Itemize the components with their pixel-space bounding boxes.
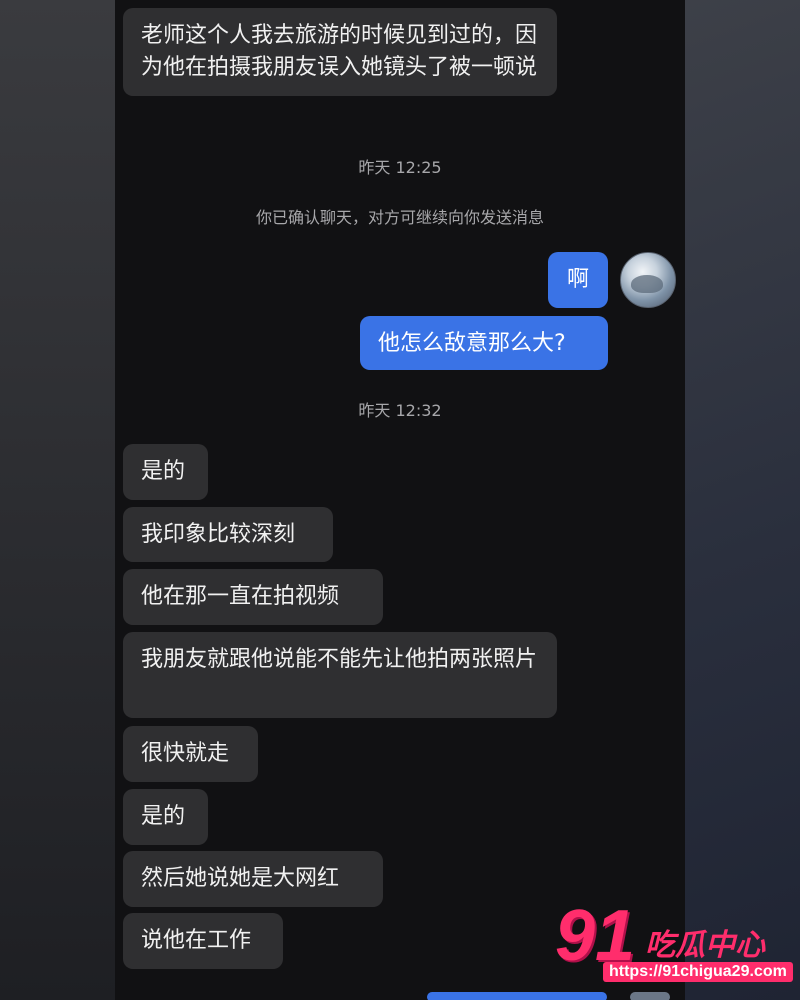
chat-thread[interactable]: 老师这个人我去旅游的时候见到过的，因为他在拍摄我朋友误入她镜头了被一顿说 昨天 … xyxy=(115,0,685,1000)
user-avatar[interactable] xyxy=(620,252,676,308)
message-incoming[interactable]: 很快就走 xyxy=(123,726,258,782)
message-incoming[interactable]: 他在那一直在拍视频 xyxy=(123,569,383,625)
message-incoming[interactable]: 我朋友就跟他说能不能先让他拍两张照片 xyxy=(123,632,557,718)
timestamp: 昨天 12:25 xyxy=(358,158,442,177)
watermark-url: https://91chigua29.com xyxy=(603,962,793,982)
message-incoming[interactable]: 然后她说她是大网红 xyxy=(123,851,383,907)
message-incoming[interactable]: 是的 xyxy=(123,444,208,500)
message-outgoing[interactable]: 啊 xyxy=(548,252,608,308)
message-incoming[interactable]: 老师这个人我去旅游的时候见到过的，因为他在拍摄我朋友误入她镜头了被一顿说 xyxy=(123,8,557,96)
avatar-image xyxy=(631,275,663,293)
left-backdrop xyxy=(0,0,115,1000)
watermark-logo: 91 吃瓜中心 https://91chigua29.com xyxy=(555,896,795,996)
watermark-text: 吃瓜中心 xyxy=(645,928,765,963)
message-incoming[interactable]: 说他在工作 xyxy=(123,913,283,969)
right-backdrop xyxy=(685,0,800,1000)
message-outgoing[interactable]: 他怎么敌意那么大? xyxy=(360,316,608,370)
system-notice: 你已确认聊天，对方可继续向你发送消息 xyxy=(255,208,544,227)
message-incoming[interactable]: 我印象比较深刻 xyxy=(123,507,333,562)
timestamp: 昨天 12:32 xyxy=(358,401,442,420)
message-incoming[interactable]: 是的 xyxy=(123,789,208,845)
